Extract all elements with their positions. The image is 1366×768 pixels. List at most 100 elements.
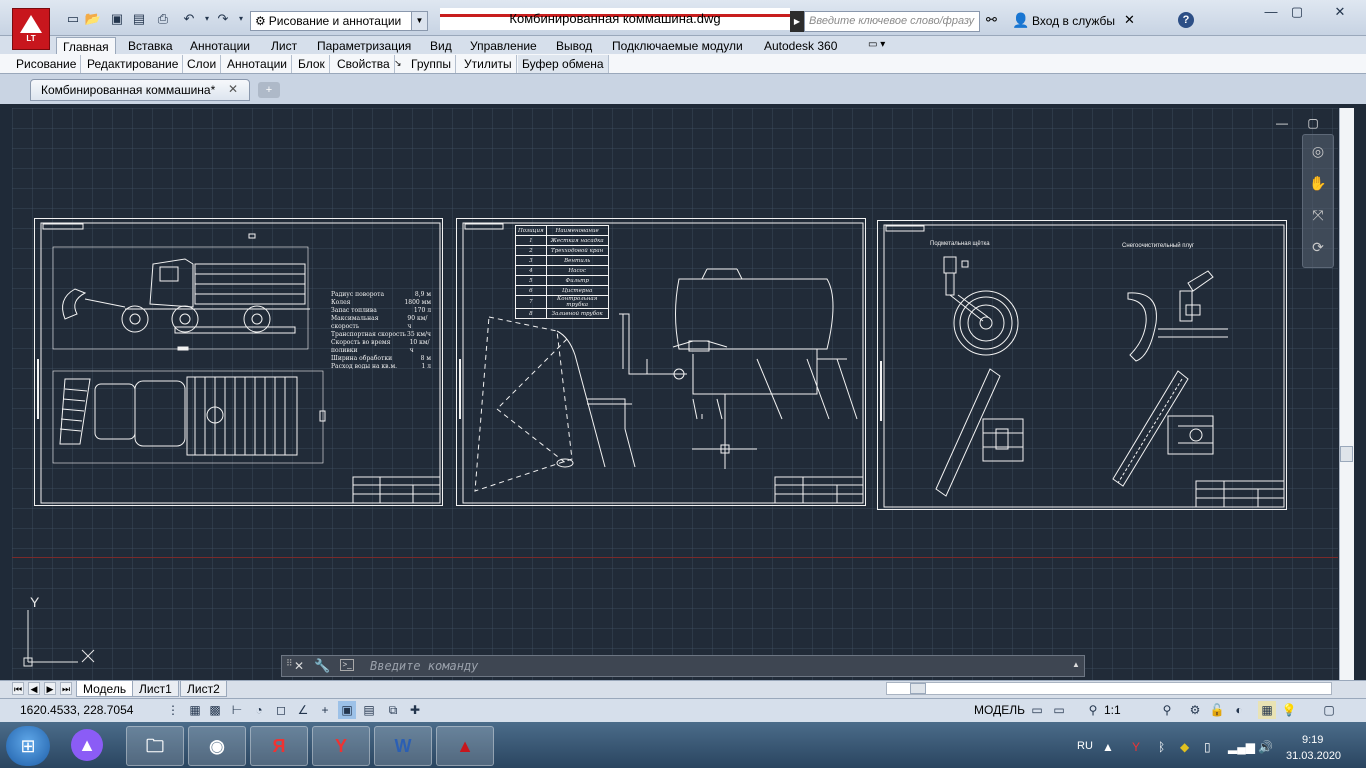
next-tab-icon[interactable]: ▶ — [44, 682, 56, 695]
command-input[interactable]: Введите команду — [370, 656, 478, 676]
panel-groups[interactable]: Группы — [407, 55, 456, 73]
alice-icon[interactable]: ▲ — [58, 726, 116, 766]
chevron-down-icon[interactable]: ▼ — [411, 12, 427, 30]
first-tab-icon[interactable]: ⏮ — [12, 682, 24, 695]
tab-layout1[interactable]: Лист1 — [132, 681, 179, 697]
tab-home[interactable]: Главная — [56, 37, 116, 55]
hardware-acceleration-icon[interactable]: ◐ — [1230, 701, 1248, 719]
redo-icon[interactable]: ↷ — [214, 11, 232, 27]
language-indicator[interactable]: RU — [1077, 740, 1093, 752]
exchange-icon[interactable]: ✕ — [1124, 12, 1135, 28]
navigation-bar[interactable]: ◎ ✋ ⤧ ⟳ — [1302, 134, 1334, 268]
volume-icon[interactable]: 🔊 — [1258, 740, 1273, 754]
close-icon[interactable]: ✕ — [294, 659, 304, 673]
pan-icon[interactable]: ✋ — [1303, 167, 1333, 199]
tab-view[interactable]: Вид — [424, 37, 458, 55]
open-file-icon[interactable]: 📂 — [84, 11, 102, 27]
coordinates-readout[interactable]: 1620.4533, 228.7054 — [20, 703, 133, 717]
yandex-browser-icon[interactable]: Y — [312, 726, 370, 766]
panel-modify[interactable]: Редактирование — [83, 55, 184, 73]
workspace-switch-icon[interactable]: ⚙ — [1186, 701, 1204, 719]
polar-icon[interactable]: ◔ — [250, 701, 268, 719]
undo-icon[interactable]: ↶ — [180, 11, 198, 27]
panel-block[interactable]: Блок — [294, 55, 330, 73]
dynamic-input-icon[interactable]: ▣ — [338, 701, 356, 719]
new-tab-icon[interactable]: + — [258, 82, 280, 98]
horizontal-scrollbar[interactable] — [886, 682, 1332, 695]
drag-handle-icon[interactable]: ⠿ — [286, 658, 293, 669]
lock-icon[interactable]: 🔓 — [1208, 701, 1226, 719]
panel-properties[interactable]: Свойства — [333, 55, 395, 73]
maximize-icon[interactable]: ▢ — [1284, 3, 1310, 21]
horizontal-scroll-thumb[interactable] — [910, 683, 926, 694]
close-icon[interactable]: ✕ — [1318, 3, 1362, 21]
tab-annotate[interactable]: Аннотации — [184, 37, 256, 55]
panel-annotation[interactable]: Аннотации — [223, 55, 292, 73]
redo-dropdown-icon[interactable]: ▾ — [232, 11, 250, 27]
last-tab-icon[interactable]: ⏭ — [60, 682, 72, 695]
osnap-icon[interactable]: ◻ — [272, 701, 290, 719]
tab-insert[interactable]: Вставка — [122, 37, 179, 55]
wrench-icon[interactable]: 🔧 — [314, 658, 330, 674]
ribbon-minimize-icon[interactable]: ▭ ▾ — [868, 39, 885, 50]
zoom-extents-icon[interactable]: ⤧ — [1303, 199, 1333, 231]
tab-parametric[interactable]: Параметризация — [311, 37, 417, 55]
save-as-icon[interactable]: ▤ — [130, 11, 148, 27]
clock-time[interactable]: 9:19 — [1302, 734, 1323, 746]
device-icon[interactable]: ▯ — [1204, 740, 1211, 754]
isolate-objects-icon[interactable]: ▦ — [1258, 701, 1276, 719]
binoculars-icon[interactable]: ⚯ — [986, 12, 997, 28]
orbit-icon[interactable]: ⟳ — [1303, 231, 1333, 263]
prev-tab-icon[interactable]: ◀ — [28, 682, 40, 695]
application-menu-button[interactable]: LT — [12, 8, 50, 50]
vertical-scroll-thumb[interactable] — [1340, 446, 1353, 462]
help-icon[interactable]: ? — [1178, 12, 1194, 28]
command-prompt-icon[interactable]: >_ — [340, 659, 354, 671]
annotation-scale-value[interactable]: 1:1 — [1104, 703, 1121, 717]
annotation-scale-icon[interactable]: ⚲ — [1084, 701, 1102, 719]
close-tab-icon[interactable]: ✕ — [228, 82, 238, 96]
chrome-icon[interactable]: ◉ — [188, 726, 246, 766]
tab-model[interactable]: Модель — [76, 681, 134, 697]
vertical-scrollbar[interactable] — [1339, 108, 1354, 680]
clean-screen-icon[interactable]: ▢ — [1320, 701, 1338, 719]
search-expand-icon[interactable]: ▶ — [790, 11, 804, 32]
save-icon[interactable]: ▣ — [108, 11, 126, 27]
clock-date[interactable]: 31.03.2020 — [1286, 750, 1341, 762]
steering-wheel-icon[interactable]: ◎ — [1303, 135, 1333, 167]
quick-view-drawings-icon[interactable]: ▭ — [1050, 701, 1068, 719]
network-icon[interactable]: ▂▄▆ — [1228, 740, 1255, 754]
model-space-toggle[interactable]: МОДЕЛЬ — [974, 703, 1025, 717]
file-tab[interactable]: Комбинированная коммашина* — [30, 79, 250, 101]
tray-app-icon[interactable]: ◆ — [1180, 740, 1189, 754]
minimize-icon[interactable]: — — [1258, 3, 1284, 21]
word-icon[interactable]: W — [374, 726, 432, 766]
tab-manage[interactable]: Управление — [464, 37, 543, 55]
panel-clipboard[interactable]: Буфер обмена — [518, 55, 609, 73]
tray-expand-icon[interactable]: ▲ — [1102, 740, 1114, 754]
tab-plugins[interactable]: Подключаемые модули — [606, 37, 749, 55]
file-explorer-icon[interactable]: 🗀 — [126, 726, 184, 766]
bluetooth-icon[interactable]: ᛒ — [1158, 740, 1165, 754]
print-icon[interactable]: ⎙ — [154, 11, 172, 27]
user-icon[interactable]: 👤 — [1012, 12, 1029, 29]
lineweight-icon[interactable]: ▤ — [360, 701, 378, 719]
search-input[interactable]: Введите ключевое слово/фразу — [804, 11, 980, 32]
sign-in-button[interactable]: Вход в службы — [1032, 14, 1115, 28]
annotation-visibility-icon[interactable]: ⚲ — [1158, 701, 1176, 719]
panel-utilities[interactable]: Утилиты — [460, 55, 517, 73]
drawing-viewport[interactable]: Радиус поворота 8,9 м Колея 1800 мм Запас … — [12, 108, 1338, 680]
chevron-up-icon[interactable]: ▲ — [1072, 660, 1080, 669]
panel-expand-icon[interactable]: ↘ — [394, 58, 402, 69]
panel-layers[interactable]: Слои — [183, 55, 222, 73]
quick-properties-icon[interactable]: ⧉ — [384, 701, 402, 719]
selection-cycling-icon[interactable]: ✚ — [406, 701, 424, 719]
grid-icon[interactable]: ▩ — [206, 701, 224, 719]
tab-output[interactable]: Вывод — [550, 37, 598, 55]
yandex-tray-icon[interactable]: Y — [1132, 740, 1140, 754]
tab-layout2[interactable]: Лист2 — [180, 681, 227, 697]
infer-constraints-icon[interactable]: ⋮ — [164, 701, 182, 719]
ortho-icon[interactable]: ⊢ — [228, 701, 246, 719]
tab-autodesk360[interactable]: Autodesk 360 — [758, 37, 843, 55]
autocad-taskbar-icon[interactable]: ▲ — [436, 726, 494, 766]
